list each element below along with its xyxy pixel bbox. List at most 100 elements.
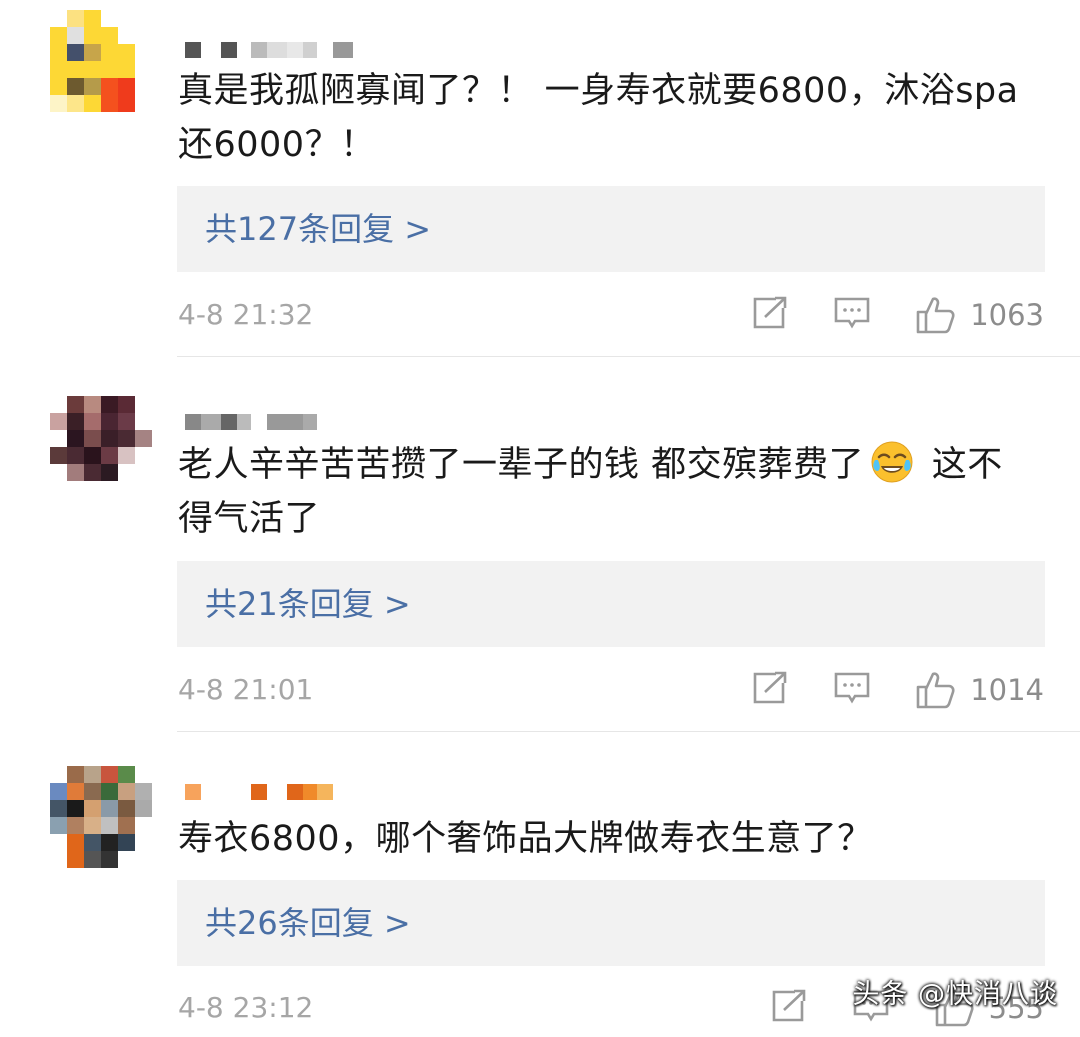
avatar-pixel bbox=[135, 78, 152, 95]
avatar[interactable] bbox=[50, 766, 152, 868]
avatar-pixel bbox=[67, 396, 84, 413]
username-redacted[interactable] bbox=[185, 770, 333, 800]
view-replies-link[interactable]: 共127条回复 > bbox=[205, 186, 431, 272]
avatar-pixel bbox=[50, 95, 67, 112]
avatar-pixel bbox=[118, 851, 135, 868]
like-button[interactable]: 1063 bbox=[916, 296, 1044, 334]
avatar-pixel bbox=[67, 44, 84, 61]
like-button[interactable]: 1014 bbox=[916, 671, 1044, 709]
avatar-pixel bbox=[135, 396, 152, 413]
avatar[interactable] bbox=[50, 396, 152, 498]
username-redacted[interactable] bbox=[185, 28, 353, 58]
divider bbox=[177, 731, 1080, 732]
username-pixel bbox=[221, 42, 237, 58]
avatar-pixel bbox=[67, 766, 84, 783]
comment-icon[interactable] bbox=[834, 671, 870, 709]
avatar-pixel bbox=[50, 783, 67, 800]
username-pixel bbox=[267, 414, 287, 430]
username-pixel bbox=[185, 414, 201, 430]
avatar-pixel bbox=[84, 817, 101, 834]
avatar-pixel bbox=[118, 817, 135, 834]
view-replies-link[interactable]: 共21条回复 > bbox=[205, 561, 411, 647]
username-pixel bbox=[333, 42, 353, 58]
avatar-pixel bbox=[67, 61, 84, 78]
comment-meta: 4-8 21:32 1063 bbox=[178, 295, 1044, 335]
avatar-pixel bbox=[118, 78, 135, 95]
avatar-pixel bbox=[84, 464, 101, 481]
username-pixel bbox=[267, 784, 287, 800]
username-pixel bbox=[251, 784, 267, 800]
username-pixel bbox=[251, 42, 267, 58]
avatar-pixel bbox=[135, 447, 152, 464]
avatar-pixel bbox=[135, 800, 152, 817]
avatar-pixel bbox=[84, 78, 101, 95]
username-pixel bbox=[185, 42, 201, 58]
avatar-pixel bbox=[101, 447, 118, 464]
reply-box[interactable]: 共21条回复 > bbox=[177, 561, 1045, 647]
avatar-pixel bbox=[67, 800, 84, 817]
avatar-pixel bbox=[118, 464, 135, 481]
comment-text-part1: 老人辛辛苦苦攒了一辈子的钱 都交殡葬费了 bbox=[178, 445, 865, 485]
avatar-pixel bbox=[101, 817, 118, 834]
avatar-pixel bbox=[135, 851, 152, 868]
timestamp: 4-8 21:01 bbox=[178, 673, 314, 706]
avatar-pixel bbox=[50, 766, 67, 783]
avatar-pixel bbox=[118, 61, 135, 78]
avatar-pixel bbox=[50, 44, 67, 61]
avatar-pixel bbox=[101, 766, 118, 783]
share-icon[interactable] bbox=[752, 671, 788, 709]
avatar-pixel bbox=[135, 10, 152, 27]
avatar-pixel bbox=[67, 464, 84, 481]
thumbs-up-icon bbox=[916, 672, 955, 709]
avatar-pixel bbox=[67, 481, 84, 498]
comment-actions: 1063 bbox=[706, 295, 1044, 335]
avatar-pixel bbox=[135, 834, 152, 851]
comment-icon[interactable] bbox=[834, 296, 870, 334]
avatar-pixel bbox=[118, 44, 135, 61]
comment-text: 老人辛辛苦苦攒了一辈子的钱 都交殡葬费了 这不得气活了 bbox=[178, 438, 1038, 546]
avatar-pixel bbox=[84, 95, 101, 112]
username-pixel bbox=[185, 784, 201, 800]
comment-actions: 1014 bbox=[706, 670, 1044, 710]
avatar-pixel bbox=[50, 447, 67, 464]
view-replies-link[interactable]: 共26条回复 > bbox=[205, 880, 411, 966]
avatar-pixel bbox=[101, 95, 118, 112]
crying-laughing-emoji-icon bbox=[871, 441, 913, 483]
username-redacted[interactable] bbox=[185, 400, 317, 430]
avatar-pixel bbox=[50, 464, 67, 481]
reply-box[interactable]: 共26条回复 > bbox=[177, 880, 1045, 966]
like-count: 1063 bbox=[970, 298, 1044, 332]
username-pixel bbox=[287, 784, 303, 800]
avatar-pixel bbox=[118, 834, 135, 851]
avatar-pixel bbox=[84, 10, 101, 27]
avatar-pixel bbox=[67, 95, 84, 112]
avatar-pixel bbox=[84, 430, 101, 447]
avatar-pixel bbox=[118, 766, 135, 783]
username-pixel bbox=[317, 42, 333, 58]
avatar-pixel bbox=[84, 396, 101, 413]
username-pixel bbox=[201, 784, 221, 800]
username-pixel bbox=[221, 784, 237, 800]
username-pixel bbox=[287, 414, 303, 430]
avatar-pixel bbox=[84, 27, 101, 44]
timestamp: 4-8 21:32 bbox=[178, 298, 314, 331]
avatar-pixel bbox=[135, 27, 152, 44]
avatar-pixel bbox=[135, 766, 152, 783]
avatar-pixel bbox=[101, 783, 118, 800]
avatar[interactable] bbox=[50, 10, 152, 112]
avatar-pixel bbox=[101, 61, 118, 78]
share-icon[interactable] bbox=[752, 296, 788, 334]
avatar-pixel bbox=[101, 834, 118, 851]
avatar-pixel bbox=[101, 481, 118, 498]
avatar-pixel bbox=[50, 27, 67, 44]
avatar-pixel bbox=[135, 44, 152, 61]
thumbs-up-icon bbox=[916, 297, 955, 334]
avatar-pixel bbox=[67, 851, 84, 868]
avatar-pixel bbox=[135, 95, 152, 112]
avatar-pixel bbox=[135, 464, 152, 481]
share-icon[interactable] bbox=[771, 989, 807, 1027]
avatar-pixel bbox=[67, 817, 84, 834]
comment-meta: 4-8 21:01 1014 bbox=[178, 670, 1044, 710]
avatar-pixel bbox=[84, 481, 101, 498]
reply-box[interactable]: 共127条回复 > bbox=[177, 186, 1045, 272]
